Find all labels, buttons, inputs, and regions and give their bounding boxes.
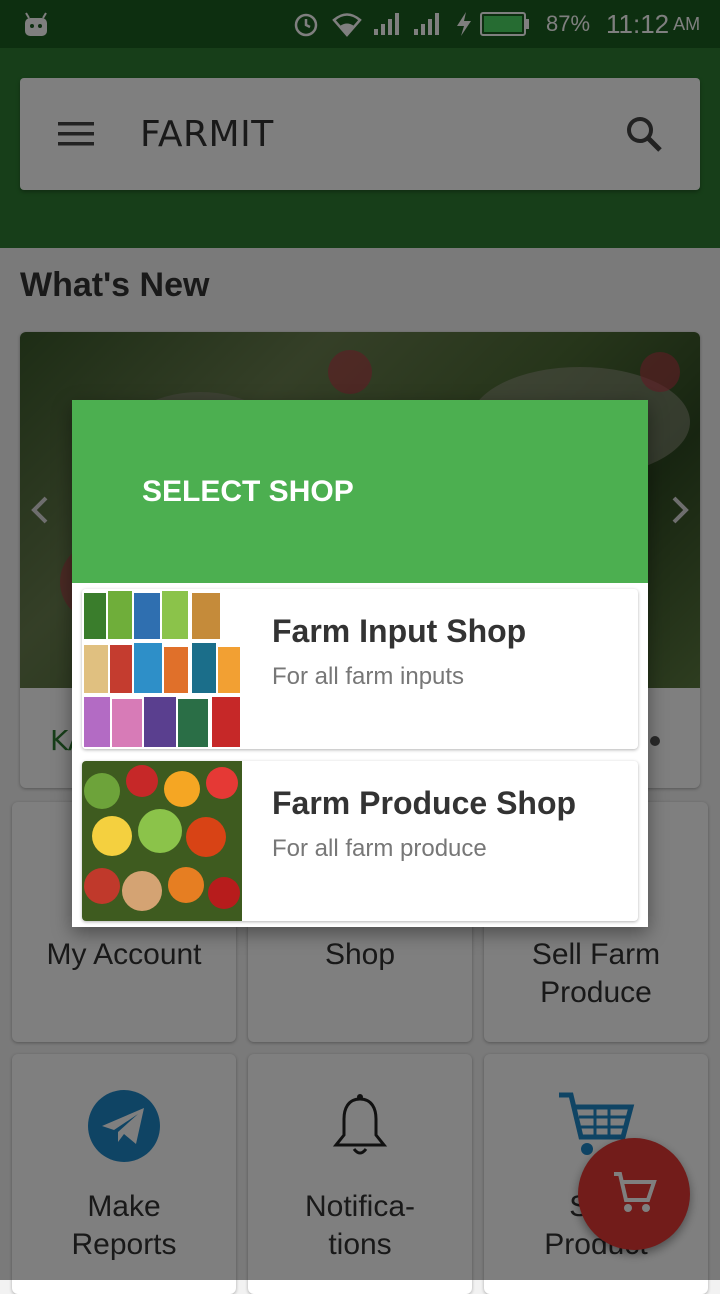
dialog-header: SELECT SHOP (72, 400, 648, 583)
shop-description: For all farm inputs (272, 663, 465, 690)
farm-input-image (82, 589, 242, 749)
shop-card-farm-produce[interactable]: Farm Produce Shop For all farm produce (82, 761, 638, 921)
farm-produce-image (82, 761, 242, 921)
shop-description: For all farm produce (272, 835, 487, 862)
select-shop-dialog: SELECT SHOP Farm Input Shop For all farm… (72, 400, 648, 927)
shop-name: Farm Input Shop (272, 613, 527, 649)
shop-card-farm-input[interactable]: Farm Input Shop For all farm inputs (82, 589, 638, 749)
shop-name: Farm Produce Shop (272, 785, 577, 821)
dialog-title: SELECT SHOP (142, 474, 354, 508)
